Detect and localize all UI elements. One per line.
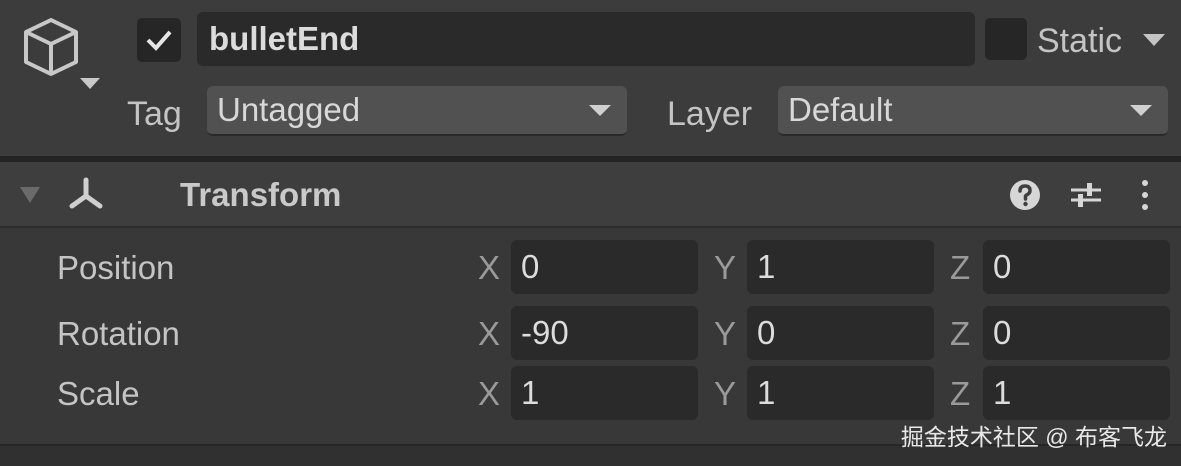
checkmark-icon bbox=[146, 30, 172, 51]
scale-label: Scale bbox=[57, 375, 140, 412]
scale-x-field[interactable]: 1 bbox=[511, 366, 698, 420]
axis-z-label[interactable]: Z bbox=[950, 314, 970, 354]
position-label: Position bbox=[57, 249, 175, 286]
axis-y-label[interactable]: Y bbox=[714, 314, 736, 354]
cube-icon[interactable] bbox=[18, 14, 104, 100]
axis-z-label[interactable]: Z bbox=[950, 374, 970, 414]
layer-value: Default bbox=[788, 91, 893, 128]
rotation-label: Rotation bbox=[57, 315, 180, 352]
static-label: Static bbox=[1037, 22, 1123, 60]
tag-label: Tag bbox=[127, 95, 182, 133]
object-name-field[interactable]: bulletEnd bbox=[197, 12, 975, 66]
axis-x-label[interactable]: X bbox=[478, 374, 500, 414]
axis-x-label[interactable]: X bbox=[478, 248, 500, 288]
preset-sliders-icon[interactable] bbox=[1068, 178, 1104, 217]
transform-body: Position X 0 Y 1 Z 0 Rotation X -90 Y 0 … bbox=[0, 228, 1181, 444]
position-y-field[interactable]: 1 bbox=[747, 240, 934, 294]
help-icon[interactable] bbox=[1008, 178, 1042, 217]
watermark-text: 掘金技术社区 @ 布客飞龙 bbox=[900, 424, 1167, 450]
transform-component-header[interactable]: Transform bbox=[0, 162, 1181, 228]
component-title: Transform bbox=[180, 176, 342, 213]
kebab-menu-icon[interactable] bbox=[1136, 178, 1154, 217]
scale-z-field[interactable]: 1 bbox=[983, 366, 1170, 420]
position-x-field[interactable]: 0 bbox=[511, 240, 698, 294]
layer-dropdown[interactable]: Default bbox=[778, 86, 1168, 136]
rotation-x-field[interactable]: -90 bbox=[511, 306, 698, 360]
axis-z-label[interactable]: Z bbox=[950, 248, 970, 288]
layer-label: Layer bbox=[667, 95, 753, 133]
axis-y-label[interactable]: Y bbox=[714, 374, 736, 414]
rotation-z-field[interactable]: 0 bbox=[983, 306, 1170, 360]
chevron-down-icon bbox=[1130, 105, 1152, 116]
position-z-field[interactable]: 0 bbox=[983, 240, 1170, 294]
foldout-arrow-icon[interactable] bbox=[20, 187, 40, 203]
tag-dropdown[interactable]: Untagged bbox=[207, 86, 627, 136]
scale-y-field[interactable]: 1 bbox=[747, 366, 934, 420]
axis-y-label[interactable]: Y bbox=[714, 248, 736, 288]
active-checkbox[interactable] bbox=[137, 18, 181, 62]
gameobject-header: bulletEnd Static Tag Untagged Layer Defa… bbox=[0, 0, 1181, 156]
axis-x-label[interactable]: X bbox=[478, 314, 500, 354]
static-dropdown-arrow-icon[interactable] bbox=[1143, 34, 1165, 46]
chevron-down-icon bbox=[589, 105, 611, 116]
transform-axes-icon bbox=[64, 174, 108, 219]
static-checkbox[interactable] bbox=[985, 18, 1027, 60]
rotation-y-field[interactable]: 0 bbox=[747, 306, 934, 360]
tag-value: Untagged bbox=[217, 91, 361, 128]
